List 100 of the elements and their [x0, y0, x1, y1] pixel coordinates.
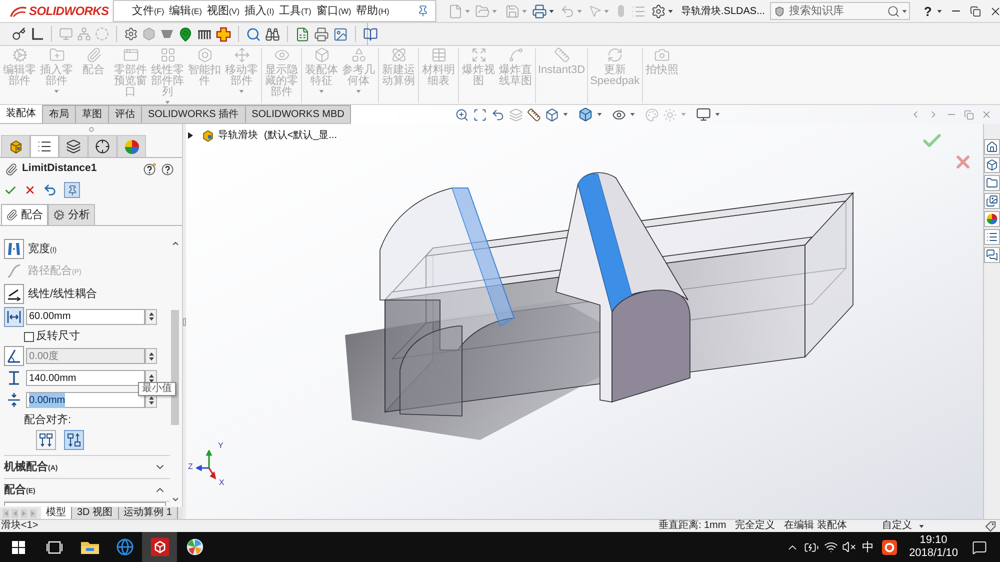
menu-item[interactable]: 工具(T) [279, 2, 312, 20]
spreadsheet-icon[interactable] [295, 26, 310, 42]
graphics-viewport[interactable]: 导轨滑块 (默认<默认_显... Y Z X [186, 124, 983, 519]
view-tab[interactable]: 运动算例 1 [118, 507, 178, 519]
search-input[interactable]: 搜索知识库 [788, 2, 875, 20]
taskbar-app-button[interactable] [142, 532, 177, 562]
bowl-icon[interactable] [160, 29, 174, 39]
search-icon[interactable] [886, 4, 900, 18]
menu-item[interactable]: 帮助(H) [356, 2, 390, 20]
ime-logo-icon[interactable] [882, 540, 898, 554]
axis-label: Y [218, 442, 224, 450]
key-icon[interactable] [12, 27, 26, 41]
checkbox[interactable] [24, 332, 34, 342]
caret-icon[interactable] [668, 10, 673, 12]
caret-icon[interactable] [549, 10, 554, 12]
search-bar[interactable]: 搜索知识库 [770, 2, 910, 20]
zoom-icon[interactable] [455, 108, 470, 122]
number-field[interactable]: 0.00mm [26, 392, 145, 408]
map-pin-icon[interactable] [178, 26, 193, 42]
tree-item-name[interactable]: 导轨滑块 [218, 128, 258, 143]
eye-icon[interactable] [612, 108, 626, 122]
monitor-icon[interactable] [696, 107, 712, 122]
help-icon[interactable] [161, 162, 174, 176]
manager-tab[interactable] [30, 135, 59, 157]
alignment-button[interactable] [64, 430, 84, 450]
pin-icon[interactable] [417, 5, 429, 17]
task-pane-button[interactable] [984, 229, 1000, 245]
number-field[interactable]: 60.00mm [26, 308, 145, 325]
pin-button[interactable] [64, 182, 80, 198]
number-field[interactable]: 140.00mm [26, 370, 145, 386]
view-tab[interactable]: 3D 视图 [72, 507, 119, 519]
task-pane-button[interactable] [984, 139, 1000, 155]
binoculars-icon[interactable] [265, 26, 280, 42]
view-tab[interactable]: 模型 [41, 507, 72, 519]
undo-icon[interactable] [43, 183, 57, 197]
corner-icon[interactable] [30, 27, 44, 41]
command-tab[interactable]: 装配体 [0, 105, 43, 123]
menu-item[interactable]: 编辑(E) [169, 2, 202, 20]
atom-icon [390, 47, 406, 63]
print-icon[interactable] [314, 26, 329, 42]
task-pane-button[interactable] [984, 193, 1000, 209]
manager-tab[interactable] [88, 135, 117, 157]
alignment-button[interactable] [36, 430, 56, 450]
mate-tab[interactable]: 分析 [48, 204, 95, 225]
help-icon[interactable] [143, 162, 156, 176]
spinner-button[interactable] [145, 308, 157, 325]
settings-icon[interactable] [124, 27, 138, 41]
home-icon [986, 141, 998, 153]
previous-view-icon[interactable] [491, 108, 506, 122]
notification-icon[interactable] [972, 540, 987, 554]
caret-icon[interactable] [630, 113, 636, 116]
task-pane-button[interactable] [984, 157, 1000, 173]
cube-icon[interactable] [578, 107, 594, 122]
scrollbar-thumb[interactable] [171, 310, 179, 425]
command-tab[interactable]: 布局 [43, 105, 76, 123]
cube-icon[interactable] [545, 108, 560, 122]
help-button[interactable]: ? [924, 4, 932, 18]
ruler-icon[interactable] [527, 108, 542, 122]
settings-icon[interactable] [651, 4, 666, 18]
tag-icon[interactable] [985, 520, 996, 532]
menu-item[interactable]: 视图(V) [206, 2, 240, 20]
menu-item[interactable]: 插入(I) [244, 2, 274, 20]
comb-icon[interactable] [197, 28, 212, 40]
caret-icon[interactable] [715, 113, 720, 116]
restore-icon[interactable] [970, 6, 981, 16]
task-pane-button[interactable] [984, 247, 1000, 263]
mate-type-button[interactable]: 线性/线性耦合 [4, 284, 98, 304]
expand-arrow-icon[interactable] [188, 132, 193, 139]
command-tab[interactable]: SOLIDWORKS 插件 [142, 105, 246, 123]
clock-date[interactable]: 2018/1/10 [909, 547, 958, 560]
task-pane-button[interactable] [984, 211, 1000, 227]
book-icon[interactable] [363, 26, 378, 42]
mate-tab[interactable]: 配合 [1, 204, 48, 225]
command-tab[interactable]: 评估 [109, 105, 142, 123]
menu-item[interactable]: 文件(F) [132, 2, 164, 20]
scroll-down-icon[interactable] [170, 495, 180, 504]
cross-icon[interactable] [216, 26, 231, 42]
ruler-icon [554, 47, 570, 63]
spinner-button[interactable] [145, 348, 157, 364]
caret-icon[interactable] [597, 113, 602, 116]
image-icon[interactable] [333, 26, 348, 42]
caret-icon[interactable] [919, 524, 924, 528]
caret-icon[interactable] [902, 10, 907, 12]
muted-speaker-icon[interactable] [842, 540, 856, 554]
spin-arrows-icon [148, 312, 154, 322]
zoom-area-icon[interactable] [473, 108, 488, 122]
caret-icon[interactable] [563, 113, 568, 116]
command-tab[interactable]: 草图 [76, 105, 109, 123]
scroll-up-icon[interactable] [170, 239, 180, 248]
menu-item[interactable]: 窗口(W) [316, 2, 352, 20]
caret-icon[interactable] [936, 10, 942, 12]
clock-time[interactable]: 19:10 [920, 534, 948, 547]
manager-tab[interactable] [59, 135, 88, 157]
search-icon[interactable] [246, 26, 261, 42]
print-icon[interactable] [532, 4, 547, 18]
command-tab[interactable]: SOLIDWORKS MBD [246, 105, 352, 123]
cog-icon [53, 209, 65, 221]
task-pane-button[interactable] [984, 175, 1000, 191]
ime-indicator[interactable]: 中 [862, 538, 874, 556]
check-icon[interactable] [4, 184, 17, 196]
